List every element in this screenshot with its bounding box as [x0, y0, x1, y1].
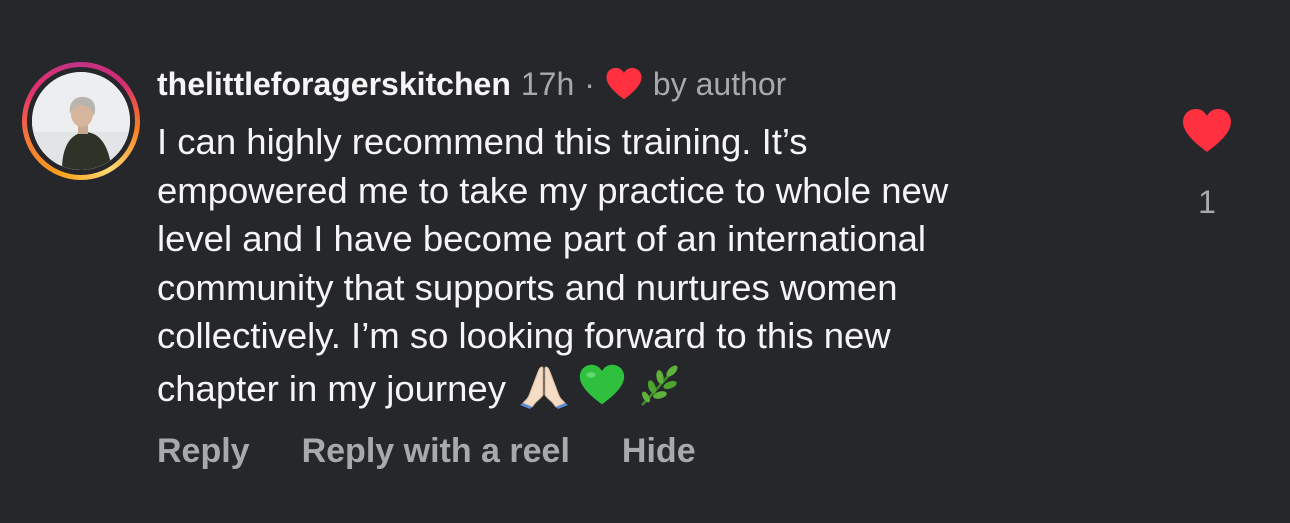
green-heart-icon [578, 361, 626, 409]
emoji-group [519, 361, 684, 409]
avatar[interactable] [32, 72, 130, 170]
avatar-ring-gap [27, 67, 135, 175]
avatar-photo [32, 72, 130, 170]
herb-icon [636, 361, 684, 409]
comment: thelittleforagerskitchen 17h · by author… [0, 0, 1290, 523]
reply-button[interactable]: Reply [157, 428, 250, 474]
like-count[interactable]: 1 [1181, 182, 1233, 222]
folded-hands-icon [519, 361, 568, 409]
liked-by-author-heart-icon [605, 67, 643, 101]
hide-button[interactable]: Hide [622, 428, 696, 474]
separator-dot: · [584, 66, 595, 102]
liked-by-author-label: by author [652, 66, 787, 102]
avatar-story-ring[interactable] [22, 62, 140, 180]
reply-with-reel-button[interactable]: Reply with a reel [302, 428, 570, 474]
comment-actions: Reply Reply with a reel Hide [157, 428, 696, 474]
comment-body: I can highly recommend this training. It… [157, 118, 1147, 413]
timestamp: 17h [520, 66, 575, 102]
like-heart-icon[interactable] [1181, 108, 1233, 154]
username[interactable]: thelittleforagerskitchen [157, 64, 511, 104]
comment-header: thelittleforagerskitchen 17h · by author [157, 64, 786, 104]
